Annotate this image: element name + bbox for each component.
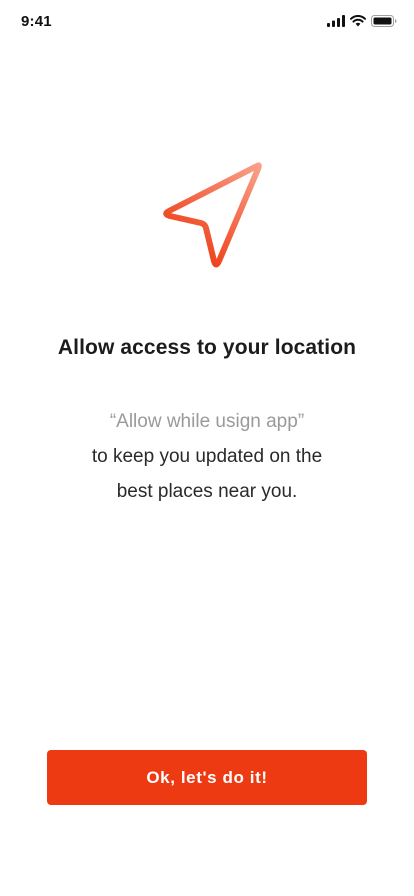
- description-quote: “Allow while usign app”: [109, 411, 305, 432]
- cellular-signal-icon: [327, 15, 345, 27]
- status-time: 9:41: [21, 13, 52, 30]
- battery-icon: [371, 15, 397, 27]
- status-bar: 9:41: [0, 0, 414, 44]
- description-line-1: to keep you updated on the: [91, 446, 323, 467]
- wifi-icon: [350, 15, 366, 27]
- allow-location-button[interactable]: Ok, let's do it!: [47, 750, 367, 805]
- status-icons: [327, 15, 397, 27]
- location-arrow-icon: [160, 160, 266, 272]
- page-title: Allow access to your location: [57, 336, 357, 359]
- description-line-2: best places near you.: [116, 481, 298, 502]
- description: “Allow while usign app” to keep you upda…: [0, 404, 414, 509]
